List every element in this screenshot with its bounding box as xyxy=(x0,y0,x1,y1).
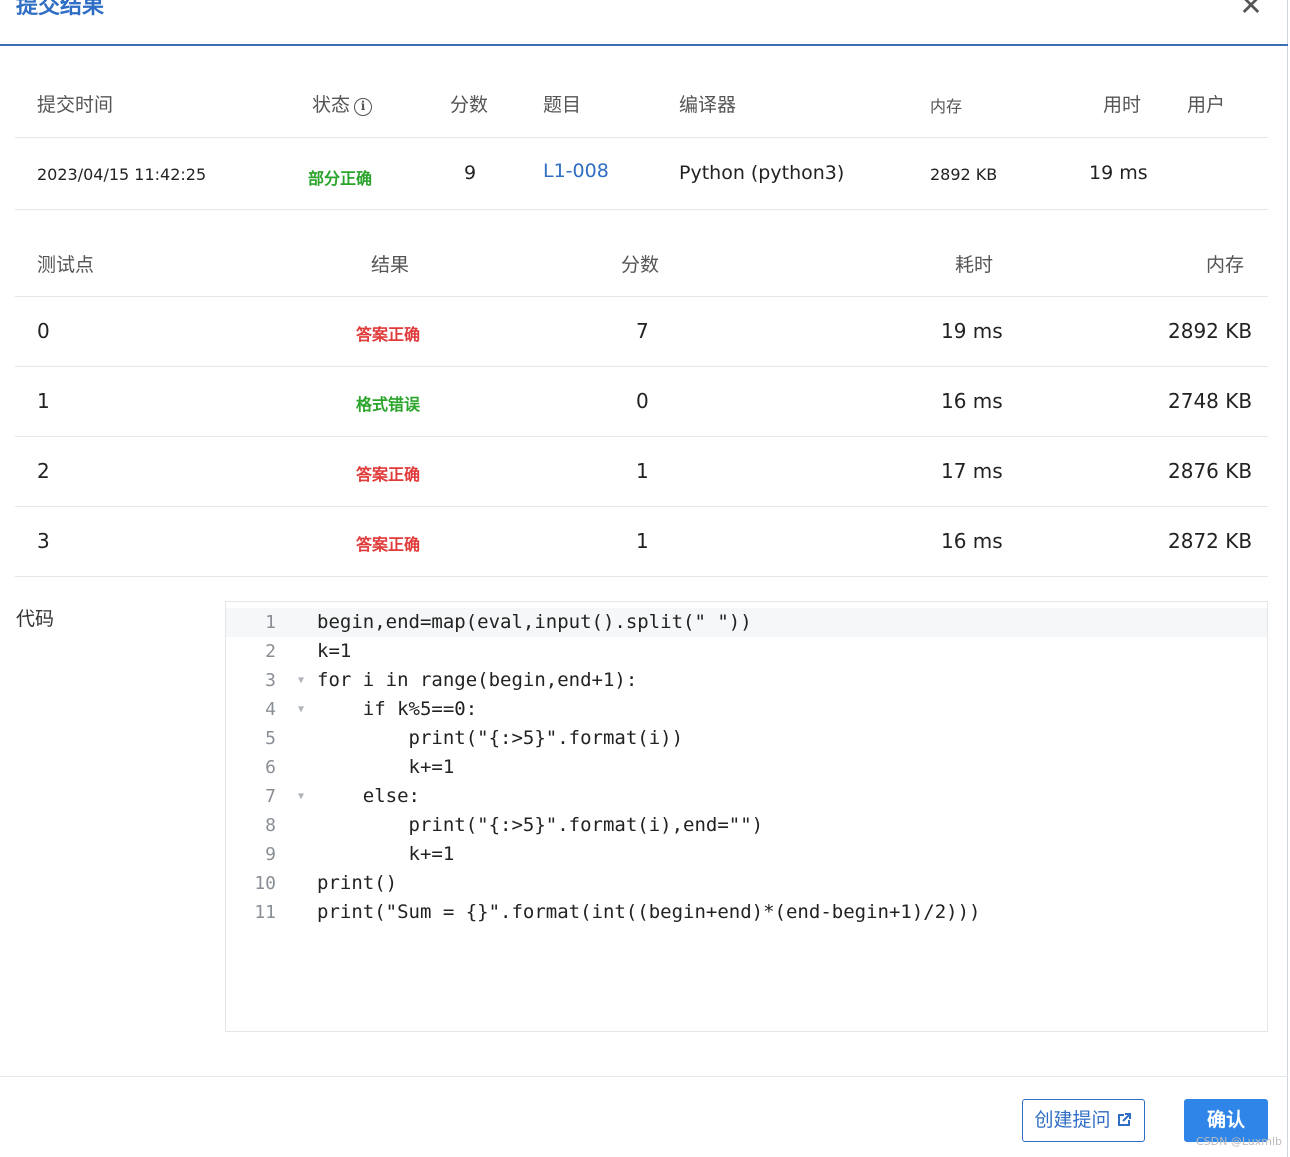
code-line: 10 print() xyxy=(226,869,1267,898)
code-line: 3 ▼ for i in range(begin,end+1): xyxy=(226,666,1267,695)
case-point: 0 xyxy=(37,319,50,343)
code-viewer[interactable]: 1 begin,end=map(eval,input().split(" ")) 2… xyxy=(225,601,1268,1032)
case-result: 答案正确 xyxy=(356,325,421,344)
dialog-title: 提交结果 xyxy=(16,0,105,19)
line-number: 5 xyxy=(265,728,276,749)
submission-summary-table: 提交时间 状态 i 分数 题目 编译器 内存 用时 用户 2023/04/15 1… xyxy=(15,68,1268,210)
footer-divider xyxy=(0,1076,1288,1077)
case-rows: 0 答案正确 7 19 ms 2892 KB 1 格式错误 0 16 ms 2748 KB 2 答案正… xyxy=(15,297,1268,577)
header-test-point: 测试点 xyxy=(37,254,95,276)
code-text: begin,end=map(eval,input().split(" ")) xyxy=(317,611,752,633)
case-time: 16 ms xyxy=(941,389,1003,413)
case-score: 1 xyxy=(636,459,649,483)
code-line: 6 k+=1 xyxy=(226,753,1267,782)
info-icon[interactable]: i xyxy=(354,98,373,116)
memory-used: 2892 KB xyxy=(930,165,998,184)
summary-data-row: 2023/04/15 11:42:25 部分正确 9 L1-008 Python… xyxy=(15,138,1268,210)
line-number: 9 xyxy=(265,844,276,865)
table-row: 1 格式错误 0 16 ms 2748 KB xyxy=(15,367,1268,437)
code-line: 5 print("{:>5}".format(i)) xyxy=(226,724,1267,753)
line-number: 6 xyxy=(265,757,276,778)
code-text: print() xyxy=(317,872,398,894)
code-line: 9 k+=1 xyxy=(226,840,1267,869)
header-memory: 内存 xyxy=(930,97,963,116)
code-line: 8 print("{:>5}".format(i),end="") xyxy=(226,811,1267,840)
status-badge: 部分正确 xyxy=(308,169,373,188)
time-used: 19 ms xyxy=(1089,162,1148,184)
line-number: 2 xyxy=(265,641,276,662)
watermark: CSDN @Luxmlb xyxy=(1196,1135,1283,1148)
case-memory: 2892 KB xyxy=(1168,319,1253,343)
table-row: 3 答案正确 1 16 ms 2872 KB xyxy=(15,507,1268,577)
close-icon[interactable]: ✕ xyxy=(1236,0,1266,22)
code-text: print("{:>5}".format(i),end="") xyxy=(317,814,764,836)
case-point: 1 xyxy=(37,389,50,413)
header-compiler: 编译器 xyxy=(679,94,737,116)
summary-header-row: 提交时间 状态 i 分数 题目 编译器 内存 用时 用户 xyxy=(15,68,1268,138)
code-text: print("{:>5}".format(i)) xyxy=(317,727,684,749)
case-score: 7 xyxy=(636,319,649,343)
case-memory: 2876 KB xyxy=(1168,459,1253,483)
header-case-memory: 内存 xyxy=(1206,254,1245,276)
case-time: 19 ms xyxy=(941,319,1003,343)
case-memory: 2872 KB xyxy=(1168,529,1253,553)
code-text: k=1 xyxy=(317,640,352,662)
problem-link[interactable]: L1-008 xyxy=(543,160,609,182)
fold-arrow-icon[interactable]: ▼ xyxy=(298,782,304,811)
code-text: k+=1 xyxy=(317,843,455,865)
case-result: 答案正确 xyxy=(356,465,421,484)
line-number: 1 xyxy=(265,612,276,633)
code-line: 11 print("Sum = {}".format(int((begin+end… xyxy=(226,898,1267,927)
line-number: 8 xyxy=(265,815,276,836)
case-point: 3 xyxy=(37,529,50,553)
header-case-score: 分数 xyxy=(621,254,660,276)
compiler-name: Python (python3) xyxy=(679,162,845,184)
header-user: 用户 xyxy=(1187,94,1226,116)
fold-arrow-icon[interactable]: ▼ xyxy=(298,695,304,724)
code-line: 7 ▼ else: xyxy=(226,782,1267,811)
dialog-header: 提交结果 ✕ xyxy=(0,0,1288,46)
code-text: if k%5==0: xyxy=(317,698,478,720)
external-link-icon xyxy=(1117,1113,1131,1126)
code-text: k+=1 xyxy=(317,756,455,778)
code-text: print("Sum = {}".format(int((begin+end)*… xyxy=(317,901,981,923)
line-number: 3 xyxy=(265,670,276,691)
case-time: 16 ms xyxy=(941,529,1003,553)
fold-arrow-icon[interactable]: ▼ xyxy=(298,666,304,695)
code-text: for i in range(begin,end+1): xyxy=(317,669,638,691)
test-cases-table: 测试点 结果 分数 耗时 内存 0 答案正确 7 19 ms 2892 KB 1 格式错误 0… xyxy=(15,210,1268,577)
line-number: 10 xyxy=(254,873,276,894)
code-text: else: xyxy=(317,785,420,807)
submit-time: 2023/04/15 11:42:25 xyxy=(37,165,207,184)
code-line: 2 k=1 xyxy=(226,637,1267,666)
case-memory: 2748 KB xyxy=(1168,389,1253,413)
case-result: 答案正确 xyxy=(356,535,421,554)
case-point: 2 xyxy=(37,459,50,483)
case-score: 0 xyxy=(636,389,649,413)
table-row: 2 答案正确 1 17 ms 2876 KB xyxy=(15,437,1268,507)
code-line: 1 begin,end=map(eval,input().split(" ")) xyxy=(226,608,1267,637)
header-duration: 用时 xyxy=(1103,94,1142,116)
header-status: 状态 i xyxy=(312,90,373,117)
case-result: 格式错误 xyxy=(356,395,421,414)
cases-header-row: 测试点 结果 分数 耗时 内存 xyxy=(15,210,1268,297)
line-number: 4 xyxy=(265,699,276,720)
code-label: 代码 xyxy=(16,608,55,630)
header-problem: 题目 xyxy=(543,94,582,116)
total-score: 9 xyxy=(464,162,477,184)
submission-result-dialog: 提交结果 ✕ 提交时间 状态 i 分数 题目 编译器 内存 用时 用户 2023/… xyxy=(0,0,1288,1157)
case-score: 1 xyxy=(636,529,649,553)
line-number: 7 xyxy=(265,786,276,807)
create-question-button[interactable]: 创建提问 xyxy=(1022,1099,1145,1142)
table-row: 0 答案正确 7 19 ms 2892 KB xyxy=(15,297,1268,367)
case-time: 17 ms xyxy=(941,459,1003,483)
header-result: 结果 xyxy=(371,254,410,276)
header-score: 分数 xyxy=(450,94,489,116)
header-submit-time: 提交时间 xyxy=(37,94,114,116)
line-number: 11 xyxy=(254,902,276,923)
code-line: 4 ▼ if k%5==0: xyxy=(226,695,1267,724)
header-case-time: 耗时 xyxy=(955,254,994,276)
